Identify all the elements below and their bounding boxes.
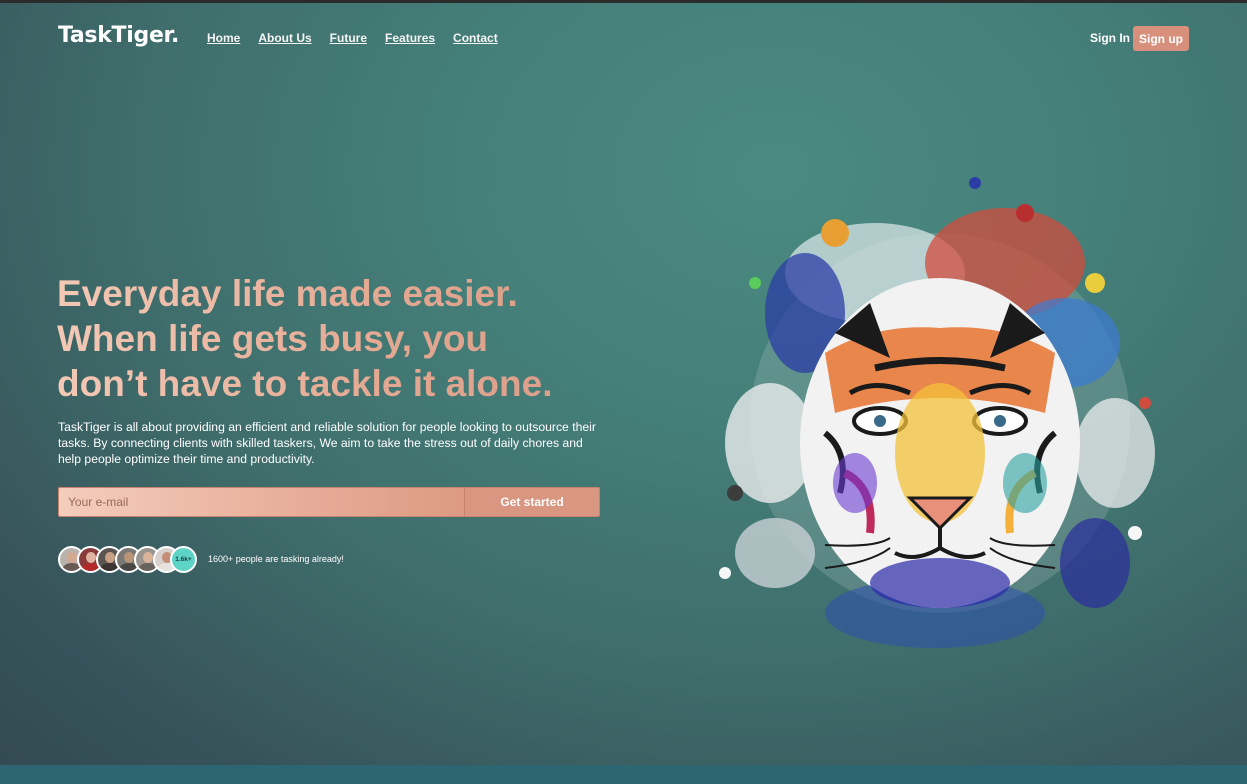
hero-headline: Everyday life made easier. When life get… [57, 271, 637, 406]
headline-line-3: don’t have to tackle it alone. [57, 363, 553, 404]
headline-line-1: Everyday life made easier. [57, 273, 518, 314]
nav-features-link[interactable]: Features [385, 31, 435, 45]
nav-future-link[interactable]: Future [330, 31, 367, 45]
sign-in-link[interactable]: Sign In [1090, 31, 1130, 45]
nav-links: Home About Us Future Features Contact [207, 31, 516, 45]
avatar-stack: 1.6k+ [58, 546, 208, 574]
next-section-edge [0, 765, 1247, 784]
hero-section: TaskTiger. Home About Us Future Features… [0, 3, 1247, 765]
navbar: TaskTiger. Home About Us Future Features… [0, 3, 1247, 73]
logo[interactable]: TaskTiger. [58, 23, 179, 48]
nav-about-link[interactable]: About Us [258, 31, 311, 45]
nav-home-link[interactable]: Home [207, 31, 240, 45]
sign-up-button[interactable]: Sign up [1133, 26, 1189, 51]
email-signup-form: Get started [58, 487, 600, 517]
watercolor-tiger-icon [719, 177, 1155, 648]
hero-description: TaskTiger is all about providing an effi… [58, 420, 596, 466]
email-input[interactable] [59, 488, 464, 516]
get-started-button[interactable]: Get started [464, 488, 599, 516]
headline-line-2: When life gets busy, you [57, 318, 489, 359]
nav-contact-link[interactable]: Contact [453, 31, 498, 45]
avatar-count-badge: 1.6k+ [170, 546, 197, 573]
social-proof-text: 1600+ people are tasking already! [208, 554, 344, 564]
